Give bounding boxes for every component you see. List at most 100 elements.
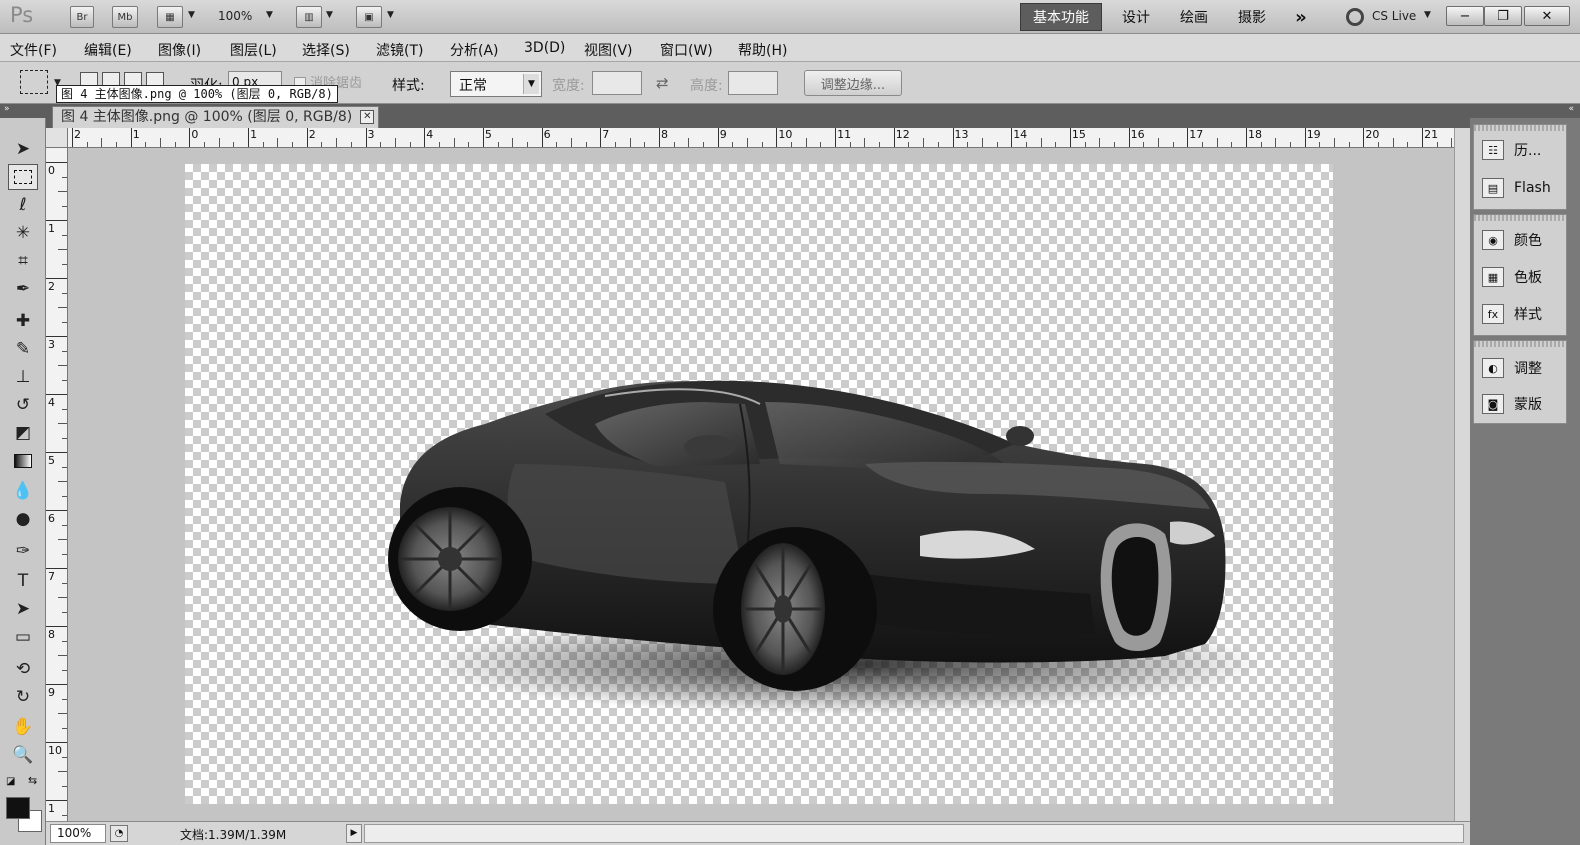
chevron-down-icon[interactable]: ▼ — [188, 10, 195, 20]
chevron-down-icon[interactable]: ▼ — [1424, 10, 1431, 20]
ruler-label: 16 — [1130, 128, 1145, 141]
menu-select[interactable]: 选择(S) — [302, 40, 350, 60]
panel-swatches[interactable]: ▦ 色板 — [1482, 264, 1562, 290]
menu-analysis[interactable]: 分析(A) — [450, 40, 499, 60]
status-icon[interactable]: ◔ — [110, 825, 128, 842]
ruler-minor-tick — [160, 138, 162, 147]
document-tab[interactable]: 图 4 主体图像.png @ 100% (图层 0, RGB/8) ✕ — [52, 106, 380, 128]
menu-edit[interactable]: 编辑(E) — [84, 40, 132, 60]
workspace-painting[interactable]: 绘画 — [1168, 3, 1220, 31]
move-tool-icon[interactable]: ➤ — [8, 136, 38, 162]
panel-adjustments-label: 调整 — [1514, 361, 1542, 377]
dodge-tool-icon[interactable]: ● — [8, 506, 38, 532]
blur-tool-icon[interactable]: 💧 — [8, 478, 38, 504]
brush-tool-icon[interactable]: ✎ — [8, 336, 38, 362]
panel-masks[interactable]: ◙ 蒙版 — [1482, 391, 1562, 417]
menu-layer[interactable]: 图层(L) — [230, 40, 277, 60]
rectangle-tool-icon[interactable]: ▭ — [8, 624, 38, 650]
zoom-level[interactable]: 100% — [218, 9, 252, 23]
cs-live-icon[interactable] — [1346, 8, 1364, 26]
lasso-tool-icon[interactable]: ℓ — [8, 192, 38, 218]
menu-file[interactable]: 文件(F) — [10, 40, 57, 60]
expand-icon[interactable]: « — [1568, 104, 1574, 114]
palette-icon: ◉ — [1482, 230, 1504, 250]
chevron-down-icon[interactable]: ▼ — [326, 10, 333, 20]
height-input[interactable] — [728, 71, 778, 95]
default-colors-icon[interactable]: ◪ — [6, 776, 15, 787]
panel-grip[interactable] — [1474, 125, 1566, 131]
hand-tool-icon[interactable]: ✋ — [8, 714, 38, 740]
toolbox-header[interactable]: » — [0, 104, 46, 118]
style-select[interactable]: 正常 ▼ — [450, 71, 542, 97]
workspace-essentials[interactable]: 基本功能 — [1020, 3, 1102, 31]
workspace-design[interactable]: 设计 — [1110, 3, 1162, 31]
path-selection-tool-icon[interactable]: ➤ — [8, 596, 38, 622]
clone-stamp-tool-icon[interactable]: ⊥ — [8, 364, 38, 390]
panel-styles[interactable]: fx 样式 — [1482, 301, 1562, 327]
horizontal-ruler[interactable]: 2 1 0 1 2 3 4 5 6 7 8 9 10 11 12 13 14 15 16 17 18 19 20 21 — [68, 128, 1454, 148]
panel-flash-label: Flash — [1514, 180, 1551, 196]
workspace-photography[interactable]: 摄影 — [1226, 3, 1278, 31]
menu-3d[interactable]: 3D(D) — [524, 40, 565, 56]
vertical-scrollbar[interactable] — [1454, 128, 1470, 821]
pen-tool-icon[interactable]: ✑ — [8, 538, 38, 564]
application-bar: Ps Br Mb ▦ ▼ 100% ▼ ▥ ▼ ▣ ▼ 基本功能 设计 绘画 摄… — [0, 0, 1580, 34]
panel-grip[interactable] — [1474, 215, 1566, 221]
close-button[interactable]: ✕ — [1524, 6, 1570, 26]
menu-help[interactable]: 帮助(H) — [738, 40, 787, 60]
swap-colors-icon[interactable]: ⇆ — [28, 774, 37, 787]
horizontal-scrollbar[interactable] — [364, 824, 1464, 843]
zoom-field[interactable]: 100% — [50, 824, 106, 843]
panel-grip[interactable] — [1474, 341, 1566, 347]
swap-dimensions-icon[interactable]: ⇄ — [656, 74, 669, 92]
crop-tool-icon[interactable]: ⌗ — [8, 248, 38, 274]
eyedropper-tool-icon[interactable]: ✒ — [8, 276, 38, 302]
magic-wand-tool-icon[interactable]: ✳ — [8, 220, 38, 246]
menu-filter[interactable]: 滤镜(T) — [376, 40, 423, 60]
collapse-icon[interactable]: » — [4, 104, 10, 114]
arrange-documents-icon[interactable]: ▥ — [296, 6, 322, 28]
gradient-tool-icon[interactable] — [8, 448, 38, 474]
history-brush-tool-icon[interactable]: ↺ — [8, 392, 38, 418]
status-bar: 100% ◔ 文档:1.39M/1.39M ▶ — [46, 821, 1470, 845]
width-input[interactable] — [592, 71, 642, 95]
ruler-major-tick — [72, 128, 73, 147]
menu-image[interactable]: 图像(I) — [158, 40, 201, 60]
type-tool-icon[interactable]: T — [8, 568, 38, 594]
marquee-tool-preset-icon[interactable] — [20, 70, 48, 94]
status-menu-arrow-icon[interactable]: ▶ — [346, 824, 362, 843]
foreground-color-swatch[interactable] — [6, 797, 30, 819]
close-icon[interactable]: ✕ — [360, 110, 375, 124]
ruler-label: 0 — [191, 128, 199, 141]
ruler-label: 14 — [1013, 128, 1028, 141]
screen-mode-icon[interactable]: ▣ — [356, 6, 382, 28]
more-workspaces-icon[interactable]: » — [1284, 3, 1318, 31]
ruler-origin[interactable] — [46, 128, 68, 148]
3d-orbit-tool-icon[interactable]: ↻ — [8, 684, 38, 710]
panel-color[interactable]: ◉ 颜色 — [1482, 227, 1562, 253]
refine-edge-button[interactable]: 调整边缘... — [804, 70, 902, 96]
zoom-tool-icon[interactable]: 🔍 — [8, 742, 38, 768]
3d-rotate-tool-icon[interactable]: ⟲ — [8, 656, 38, 682]
eraser-tool-icon[interactable]: ◩ — [8, 420, 38, 446]
swatches-icon: ▦ — [1482, 267, 1504, 287]
panel-dock-header[interactable]: « — [1470, 104, 1580, 118]
image-layer[interactable] — [185, 164, 1333, 804]
healing-brush-tool-icon[interactable]: ✚ — [8, 308, 38, 334]
chevron-down-icon[interactable]: ▼ — [266, 10, 273, 20]
menu-window[interactable]: 窗口(W) — [660, 40, 713, 60]
panel-adjustments[interactable]: ◐ 调整 — [1482, 355, 1562, 381]
minimize-button[interactable]: − — [1446, 6, 1484, 26]
cs-live-button[interactable]: CS Live — [1372, 9, 1416, 23]
bridge-button[interactable]: Br — [70, 6, 94, 28]
restore-button[interactable]: ❐ — [1484, 6, 1522, 26]
mini-bridge-button[interactable]: Mb — [112, 6, 138, 28]
menu-view[interactable]: 视图(V) — [584, 40, 633, 60]
ruler-label: 0 — [48, 164, 55, 177]
panel-flash[interactable]: ▤ Flash — [1482, 175, 1562, 201]
chevron-down-icon[interactable]: ▼ — [387, 10, 394, 20]
view-extras-icon[interactable]: ▦ — [157, 6, 183, 28]
vertical-ruler[interactable]: 0 1 2 3 4 5 6 7 8 9 10 1 — [46, 148, 68, 821]
panel-history[interactable]: ☷ 历... — [1482, 137, 1562, 163]
rectangular-marquee-tool-icon[interactable] — [8, 164, 38, 190]
